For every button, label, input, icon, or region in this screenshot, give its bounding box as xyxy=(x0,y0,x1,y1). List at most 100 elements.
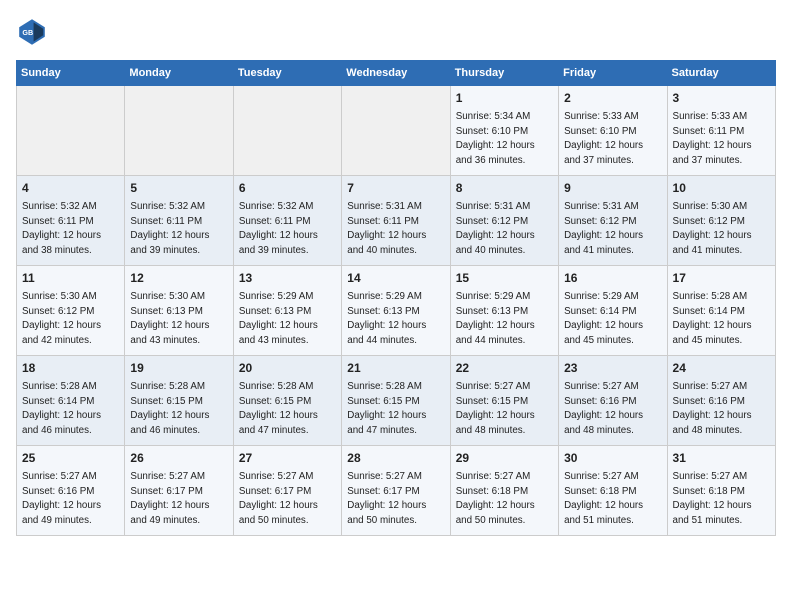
day-number: 25 xyxy=(22,450,119,467)
day-number: 23 xyxy=(564,360,661,377)
day-number: 17 xyxy=(673,270,770,287)
week-row-5: 25 Sunrise: 5:27 AM Sunset: 6:16 PM Dayli… xyxy=(17,446,776,536)
logo: GB xyxy=(16,16,52,48)
day-info: Sunrise: 5:27 AM Sunset: 6:16 PM Dayligh… xyxy=(22,471,101,526)
day-number: 21 xyxy=(347,360,444,377)
day-number: 7 xyxy=(347,180,444,197)
week-row-1: 1Sunrise: 5:34 AM Sunset: 6:10 PM Daylig… xyxy=(17,86,776,176)
day-info: Sunrise: 5:31 AM Sunset: 6:12 PM Dayligh… xyxy=(456,201,535,256)
logo-icon: GB xyxy=(16,16,48,48)
day-number: 29 xyxy=(456,450,553,467)
calendar-cell: 8 Sunrise: 5:31 AM Sunset: 6:12 PM Daylig… xyxy=(450,176,558,266)
calendar-cell: 4Sunrise: 5:32 AM Sunset: 6:11 PM Daylig… xyxy=(17,176,125,266)
calendar-table: SundayMondayTuesdayWednesdayThursdayFrid… xyxy=(16,60,776,536)
day-info: Sunrise: 5:27 AM Sunset: 6:18 PM Dayligh… xyxy=(673,471,752,526)
day-number: 19 xyxy=(130,360,227,377)
day-number: 22 xyxy=(456,360,553,377)
week-row-4: 18Sunrise: 5:28 AM Sunset: 6:14 PM Dayli… xyxy=(17,356,776,446)
header-cell-saturday: Saturday xyxy=(667,61,775,86)
day-info: Sunrise: 5:30 AM Sunset: 6:12 PM Dayligh… xyxy=(22,291,101,346)
calendar-cell: 15 Sunrise: 5:29 AM Sunset: 6:13 PM Dayli… xyxy=(450,266,558,356)
calendar-cell: 22 Sunrise: 5:27 AM Sunset: 6:15 PM Dayli… xyxy=(450,356,558,446)
week-row-2: 4Sunrise: 5:32 AM Sunset: 6:11 PM Daylig… xyxy=(17,176,776,266)
svg-text:GB: GB xyxy=(22,28,33,37)
day-info: Sunrise: 5:32 AM Sunset: 6:11 PM Dayligh… xyxy=(239,201,318,256)
calendar-body: 1Sunrise: 5:34 AM Sunset: 6:10 PM Daylig… xyxy=(17,86,776,536)
day-info: Sunrise: 5:28 AM Sunset: 6:15 PM Dayligh… xyxy=(130,381,209,436)
header-cell-wednesday: Wednesday xyxy=(342,61,450,86)
day-number: 2 xyxy=(564,90,661,107)
day-info: Sunrise: 5:28 AM Sunset: 6:15 PM Dayligh… xyxy=(239,381,318,436)
day-number: 15 xyxy=(456,270,553,287)
day-number: 8 xyxy=(456,180,553,197)
day-info: Sunrise: 5:27 AM Sunset: 6:17 PM Dayligh… xyxy=(130,471,209,526)
day-info: Sunrise: 5:33 AM Sunset: 6:11 PM Dayligh… xyxy=(673,111,752,166)
day-info: Sunrise: 5:30 AM Sunset: 6:13 PM Dayligh… xyxy=(130,291,209,346)
calendar-cell: 21 Sunrise: 5:28 AM Sunset: 6:15 PM Dayli… xyxy=(342,356,450,446)
day-info: Sunrise: 5:31 AM Sunset: 6:11 PM Dayligh… xyxy=(347,201,426,256)
calendar-cell: 7 Sunrise: 5:31 AM Sunset: 6:11 PM Daylig… xyxy=(342,176,450,266)
day-number: 1 xyxy=(456,90,553,107)
day-info: Sunrise: 5:31 AM Sunset: 6:12 PM Dayligh… xyxy=(564,201,643,256)
day-number: 13 xyxy=(239,270,336,287)
day-number: 14 xyxy=(347,270,444,287)
day-info: Sunrise: 5:27 AM Sunset: 6:18 PM Dayligh… xyxy=(564,471,643,526)
calendar-cell xyxy=(233,86,341,176)
day-info: Sunrise: 5:27 AM Sunset: 6:16 PM Dayligh… xyxy=(564,381,643,436)
day-info: Sunrise: 5:32 AM Sunset: 6:11 PM Dayligh… xyxy=(22,201,101,256)
calendar-cell: 28Sunrise: 5:27 AM Sunset: 6:17 PM Dayli… xyxy=(342,446,450,536)
calendar-cell: 17 Sunrise: 5:28 AM Sunset: 6:14 PM Dayli… xyxy=(667,266,775,356)
week-row-3: 11 Sunrise: 5:30 AM Sunset: 6:12 PM Dayli… xyxy=(17,266,776,356)
day-number: 20 xyxy=(239,360,336,377)
page-header: GB xyxy=(16,16,776,48)
day-number: 11 xyxy=(22,270,119,287)
calendar-cell: 31 Sunrise: 5:27 AM Sunset: 6:18 PM Dayli… xyxy=(667,446,775,536)
day-number: 26 xyxy=(130,450,227,467)
day-number: 5 xyxy=(130,180,227,197)
calendar-cell: 6 Sunrise: 5:32 AM Sunset: 6:11 PM Daylig… xyxy=(233,176,341,266)
day-number: 12 xyxy=(130,270,227,287)
calendar-cell: 24 Sunrise: 5:27 AM Sunset: 6:16 PM Dayli… xyxy=(667,356,775,446)
calendar-cell: 12 Sunrise: 5:30 AM Sunset: 6:13 PM Dayli… xyxy=(125,266,233,356)
calendar-cell: 19 Sunrise: 5:28 AM Sunset: 6:15 PM Dayli… xyxy=(125,356,233,446)
day-number: 16 xyxy=(564,270,661,287)
calendar-cell: 20 Sunrise: 5:28 AM Sunset: 6:15 PM Dayli… xyxy=(233,356,341,446)
day-number: 6 xyxy=(239,180,336,197)
day-info: Sunrise: 5:28 AM Sunset: 6:14 PM Dayligh… xyxy=(22,381,101,436)
calendar-cell: 29 Sunrise: 5:27 AM Sunset: 6:18 PM Dayli… xyxy=(450,446,558,536)
day-info: Sunrise: 5:29 AM Sunset: 6:13 PM Dayligh… xyxy=(347,291,426,346)
calendar-cell xyxy=(17,86,125,176)
header-row: SundayMondayTuesdayWednesdayThursdayFrid… xyxy=(17,61,776,86)
calendar-cell: 10Sunrise: 5:30 AM Sunset: 6:12 PM Dayli… xyxy=(667,176,775,266)
day-number: 28 xyxy=(347,450,444,467)
day-info: Sunrise: 5:29 AM Sunset: 6:13 PM Dayligh… xyxy=(239,291,318,346)
day-info: Sunrise: 5:27 AM Sunset: 6:18 PM Dayligh… xyxy=(456,471,535,526)
day-number: 27 xyxy=(239,450,336,467)
calendar-cell: 2 Sunrise: 5:33 AM Sunset: 6:10 PM Daylig… xyxy=(559,86,667,176)
header-cell-sunday: Sunday xyxy=(17,61,125,86)
day-info: Sunrise: 5:28 AM Sunset: 6:15 PM Dayligh… xyxy=(347,381,426,436)
day-number: 10 xyxy=(673,180,770,197)
day-number: 24 xyxy=(673,360,770,377)
header-cell-friday: Friday xyxy=(559,61,667,86)
day-info: Sunrise: 5:27 AM Sunset: 6:17 PM Dayligh… xyxy=(239,471,318,526)
day-info: Sunrise: 5:28 AM Sunset: 6:14 PM Dayligh… xyxy=(673,291,752,346)
calendar-cell: 9Sunrise: 5:31 AM Sunset: 6:12 PM Daylig… xyxy=(559,176,667,266)
day-number: 31 xyxy=(673,450,770,467)
calendar-cell: 27 Sunrise: 5:27 AM Sunset: 6:17 PM Dayli… xyxy=(233,446,341,536)
day-number: 3 xyxy=(673,90,770,107)
calendar-cell: 18Sunrise: 5:28 AM Sunset: 6:14 PM Dayli… xyxy=(17,356,125,446)
day-info: Sunrise: 5:29 AM Sunset: 6:13 PM Dayligh… xyxy=(456,291,535,346)
day-number: 30 xyxy=(564,450,661,467)
calendar-header: SundayMondayTuesdayWednesdayThursdayFrid… xyxy=(17,61,776,86)
day-info: Sunrise: 5:33 AM Sunset: 6:10 PM Dayligh… xyxy=(564,111,643,166)
day-info: Sunrise: 5:32 AM Sunset: 6:11 PM Dayligh… xyxy=(130,201,209,256)
calendar-cell: 13 Sunrise: 5:29 AM Sunset: 6:13 PM Dayli… xyxy=(233,266,341,356)
calendar-cell xyxy=(125,86,233,176)
calendar-cell: 3 Sunrise: 5:33 AM Sunset: 6:11 PM Daylig… xyxy=(667,86,775,176)
calendar-cell: 26 Sunrise: 5:27 AM Sunset: 6:17 PM Dayli… xyxy=(125,446,233,536)
day-info: Sunrise: 5:27 AM Sunset: 6:15 PM Dayligh… xyxy=(456,381,535,436)
calendar-cell: 11 Sunrise: 5:30 AM Sunset: 6:12 PM Dayli… xyxy=(17,266,125,356)
day-info: Sunrise: 5:27 AM Sunset: 6:16 PM Dayligh… xyxy=(673,381,752,436)
calendar-cell: 25 Sunrise: 5:27 AM Sunset: 6:16 PM Dayli… xyxy=(17,446,125,536)
